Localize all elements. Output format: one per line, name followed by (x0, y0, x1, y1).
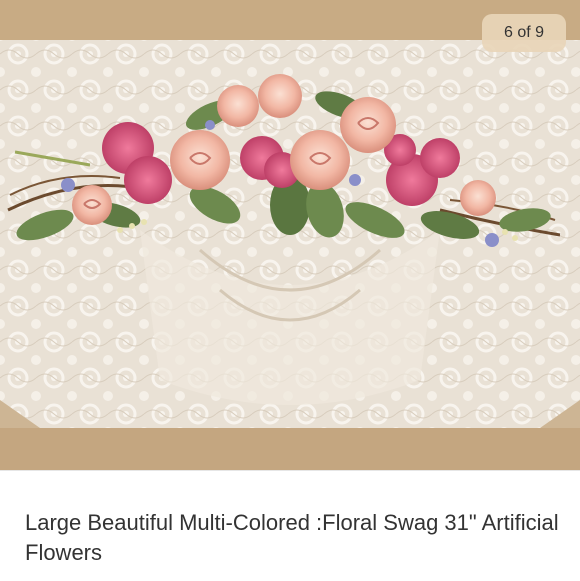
image-counter-badge: 6 of 9 (482, 14, 566, 52)
listing-title: Large Beautiful Multi-Colored :Floral Sw… (25, 510, 559, 565)
image-counter-text: 6 of 9 (503, 24, 545, 41)
floral-swag-image (0, 0, 580, 470)
product-photo[interactable]: 6 of 9 (0, 0, 580, 470)
